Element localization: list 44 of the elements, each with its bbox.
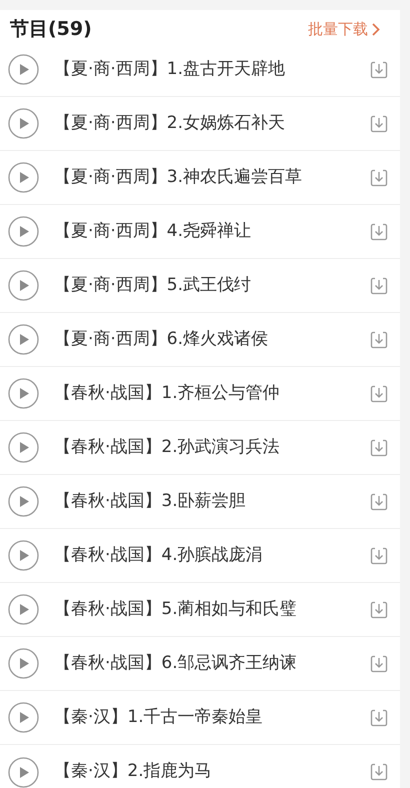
play-button[interactable] <box>8 756 39 788</box>
play-button[interactable] <box>8 702 39 733</box>
episode-title[interactable]: 【秦·汉】2.指鹿为马 <box>54 759 370 785</box>
download-icon[interactable] <box>370 276 388 294</box>
play-button[interactable] <box>8 324 39 355</box>
download-icon[interactable] <box>370 222 388 240</box>
play-button[interactable] <box>8 54 39 85</box>
play-button[interactable] <box>8 486 39 517</box>
section-title: 节目(59) <box>10 17 92 42</box>
play-button[interactable] <box>8 432 39 463</box>
episode-title[interactable]: 【秦·汉】1.千古一帝秦始皇 <box>54 704 370 730</box>
episode-title[interactable]: 【夏·商·西周】1.盘古开天辟地 <box>54 56 370 82</box>
episode-title[interactable]: 【春秋·战国】6.邹忌讽齐王纳谏 <box>54 650 370 676</box>
download-icon[interactable] <box>370 763 388 781</box>
play-button[interactable] <box>8 648 39 679</box>
download-icon[interactable] <box>370 654 388 672</box>
play-button[interactable] <box>8 540 39 571</box>
episode-title[interactable]: 【春秋·战国】5.蔺相如与和氏璧 <box>54 596 370 622</box>
play-button[interactable] <box>8 108 39 139</box>
play-button[interactable] <box>8 270 39 301</box>
download-icon[interactable] <box>370 546 388 564</box>
play-button[interactable] <box>8 378 39 409</box>
download-icon[interactable] <box>370 600 388 618</box>
episode-title[interactable]: 【春秋·战国】1.齐桓公与管仲 <box>54 380 370 406</box>
download-icon[interactable] <box>370 492 388 510</box>
episode-title[interactable]: 【春秋·战国】2.孙武演习兵法 <box>54 434 370 460</box>
download-icon[interactable] <box>370 60 388 78</box>
episode-title[interactable]: 【夏·商·西周】3.神农氏遍尝百草 <box>54 164 370 190</box>
play-button[interactable] <box>8 594 39 625</box>
play-button[interactable] <box>8 216 39 247</box>
download-icon[interactable] <box>370 438 388 456</box>
episode-title[interactable]: 【春秋·战国】3.卧薪尝胆 <box>54 488 370 514</box>
chevron-right-icon <box>372 23 380 36</box>
download-icon[interactable] <box>370 330 388 348</box>
download-icon[interactable] <box>370 708 388 726</box>
episode-title[interactable]: 【春秋·战国】4.孙膑战庞涓 <box>54 542 370 568</box>
episode-title[interactable]: 【夏·商·西周】4.尧舜禅让 <box>54 218 370 244</box>
download-icon[interactable] <box>370 168 388 186</box>
play-button[interactable] <box>8 162 39 193</box>
episode-title[interactable]: 【夏·商·西周】2.女娲炼石补天 <box>54 110 370 136</box>
download-icon[interactable] <box>370 114 388 132</box>
episode-title[interactable]: 【夏·商·西周】5.武王伐纣 <box>54 272 370 298</box>
download-icon[interactable] <box>370 384 388 402</box>
episode-title[interactable]: 【夏·商·西周】6.烽火戏诸侯 <box>54 326 370 352</box>
